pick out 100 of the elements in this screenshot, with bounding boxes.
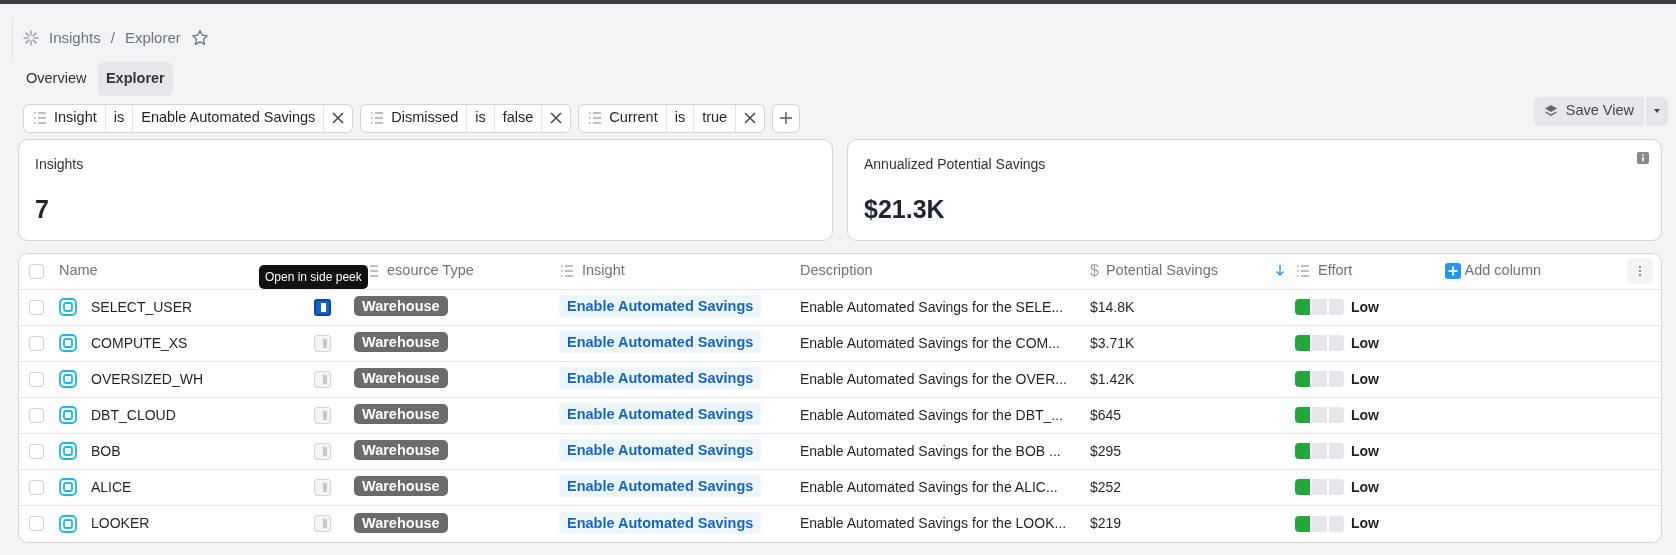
resource-type-tag: Warehouse bbox=[354, 512, 448, 533]
warehouse-icon bbox=[59, 370, 77, 389]
effort-label: Low bbox=[1351, 297, 1379, 317]
spinner-icon bbox=[23, 30, 39, 46]
warehouse-icon bbox=[59, 514, 77, 533]
resource-type-tag: Warehouse bbox=[354, 332, 448, 353]
row-checkbox[interactable] bbox=[29, 371, 44, 387]
insight-tag: Enable Automated Savings bbox=[559, 475, 762, 498]
column-header[interactable]: Potential Savings bbox=[1105, 260, 1218, 283]
select-all-checkbox[interactable] bbox=[29, 263, 44, 279]
insight-tag: Enable Automated Savings bbox=[559, 511, 762, 534]
row-checkbox[interactable] bbox=[29, 479, 44, 495]
resource-type-tag: Warehouse bbox=[354, 368, 448, 389]
row-checkbox[interactable] bbox=[29, 443, 44, 459]
resource-type-tag: Warehouse bbox=[354, 296, 448, 317]
plus-icon bbox=[780, 112, 793, 125]
resource-name: BOB bbox=[91, 441, 121, 461]
effort-label: Low bbox=[1351, 369, 1379, 389]
savings-cell-text: $295 bbox=[1090, 441, 1123, 461]
savings-cell-text: $3.71K bbox=[1090, 333, 1136, 353]
insight-tag: Enable Automated Savings bbox=[559, 367, 762, 390]
side-peek-button[interactable] bbox=[314, 298, 331, 316]
currency-symbol: $ bbox=[1090, 261, 1099, 282]
filter-operator[interactable]: is bbox=[467, 104, 495, 132]
breadcrumb-link[interactable]: Insights bbox=[49, 26, 101, 50]
warehouse-icon bbox=[59, 478, 77, 497]
close-icon bbox=[744, 112, 757, 125]
effort-label: Low bbox=[1351, 333, 1379, 353]
savings-cell-text: $14.8K bbox=[1090, 297, 1136, 317]
resource-type-tag: Warehouse bbox=[354, 476, 448, 497]
savings-cell-text: $252 bbox=[1090, 477, 1123, 497]
add-filter-button[interactable] bbox=[772, 103, 801, 133]
column-header[interactable]: Name bbox=[59, 260, 98, 283]
breadcrumb-link[interactable]: Explorer bbox=[124, 26, 181, 50]
column-header[interactable]: esource Type bbox=[387, 260, 474, 283]
column-header[interactable]: Insight bbox=[582, 260, 625, 283]
caret-icon bbox=[1654, 109, 1660, 114]
savings-cell-text: $1.42K bbox=[1090, 369, 1136, 389]
savings-cell-text: $219 bbox=[1090, 514, 1123, 534]
effort-label: Low bbox=[1351, 405, 1379, 425]
resource-name: DBT_CLOUD bbox=[91, 405, 176, 425]
metric-value: $21.3K bbox=[864, 193, 946, 225]
warehouse-icon bbox=[59, 298, 77, 317]
save-view-dropdown[interactable] bbox=[1646, 96, 1668, 126]
column-header[interactable]: Effort bbox=[1318, 260, 1353, 283]
list-icon bbox=[587, 110, 604, 127]
plus-icon bbox=[1445, 263, 1461, 280]
description-cell-text: Enable Automated Savings for the COM... bbox=[800, 333, 1061, 353]
insight-tag: Enable Automated Savings bbox=[559, 331, 762, 354]
tab[interactable]: Overview bbox=[18, 62, 95, 96]
close-icon bbox=[332, 112, 345, 125]
filter-value[interactable]: Enable Automated Savings bbox=[133, 104, 325, 132]
description-cell-text: Enable Automated Savings for the OVER... bbox=[800, 369, 1068, 389]
filter-field[interactable]: Current bbox=[605, 104, 667, 132]
resource-name: SELECT_USER bbox=[91, 297, 193, 317]
resource-name: COMPUTE_XS bbox=[91, 333, 188, 353]
close-icon bbox=[550, 112, 563, 125]
column-header[interactable]: Description bbox=[800, 260, 873, 283]
effort-label: Low bbox=[1351, 514, 1379, 534]
filter-field[interactable]: Dismissed bbox=[387, 104, 468, 132]
star-icon[interactable] bbox=[190, 29, 209, 47]
filter-operator[interactable]: is bbox=[666, 104, 695, 132]
row-checkbox[interactable] bbox=[29, 516, 44, 532]
layers-icon bbox=[1543, 104, 1558, 119]
filter-field[interactable]: Insight bbox=[50, 104, 106, 132]
save-view-button[interactable]: Save View bbox=[1533, 96, 1644, 126]
resource-name: LOOKER bbox=[91, 514, 150, 534]
insight-tag: Enable Automated Savings bbox=[559, 295, 762, 318]
list-icon bbox=[32, 110, 48, 127]
resource-type-tag: Warehouse bbox=[354, 440, 448, 461]
resource-name: ALICE bbox=[91, 477, 132, 497]
insight-tag: Enable Automated Savings bbox=[559, 403, 762, 426]
more-options-button[interactable] bbox=[1627, 258, 1653, 285]
resource-name: OVERSIZED_WH bbox=[91, 369, 203, 389]
row-checkbox[interactable] bbox=[29, 335, 44, 351]
description-cell-text: Enable Automated Savings for the SELE... bbox=[800, 297, 1065, 317]
warehouse-icon bbox=[59, 442, 77, 461]
metric-value: 7 bbox=[35, 193, 50, 225]
effort-label: Low bbox=[1351, 477, 1379, 497]
metric-label: Insights bbox=[35, 154, 84, 174]
filter-operator[interactable]: is bbox=[105, 104, 134, 132]
filter-value[interactable]: true bbox=[694, 104, 737, 132]
warehouse-icon bbox=[59, 334, 77, 353]
insight-tag: Enable Automated Savings bbox=[559, 439, 762, 462]
filter-value[interactable]: false bbox=[494, 104, 543, 132]
description-cell-text: Enable Automated Savings for the DBT_... bbox=[800, 405, 1065, 425]
description-cell-text: Enable Automated Savings for the ALIC... bbox=[800, 477, 1059, 497]
resource-type-tag: Warehouse bbox=[354, 404, 448, 425]
metric-label: Annualized Potential Savings bbox=[864, 154, 1046, 174]
row-checkbox[interactable] bbox=[29, 299, 44, 315]
list-icon bbox=[364, 263, 380, 280]
add-column-button[interactable]: Add column bbox=[1445, 260, 1542, 283]
effort-label: Low bbox=[1351, 441, 1379, 461]
tooltip: Open in side peek bbox=[259, 264, 368, 289]
list-icon bbox=[1295, 263, 1311, 280]
breadcrumb-separator: / bbox=[110, 27, 115, 48]
list-icon bbox=[559, 263, 575, 280]
row-checkbox[interactable] bbox=[29, 407, 44, 423]
warehouse-icon bbox=[59, 406, 77, 425]
tab[interactable]: Explorer bbox=[97, 62, 173, 96]
